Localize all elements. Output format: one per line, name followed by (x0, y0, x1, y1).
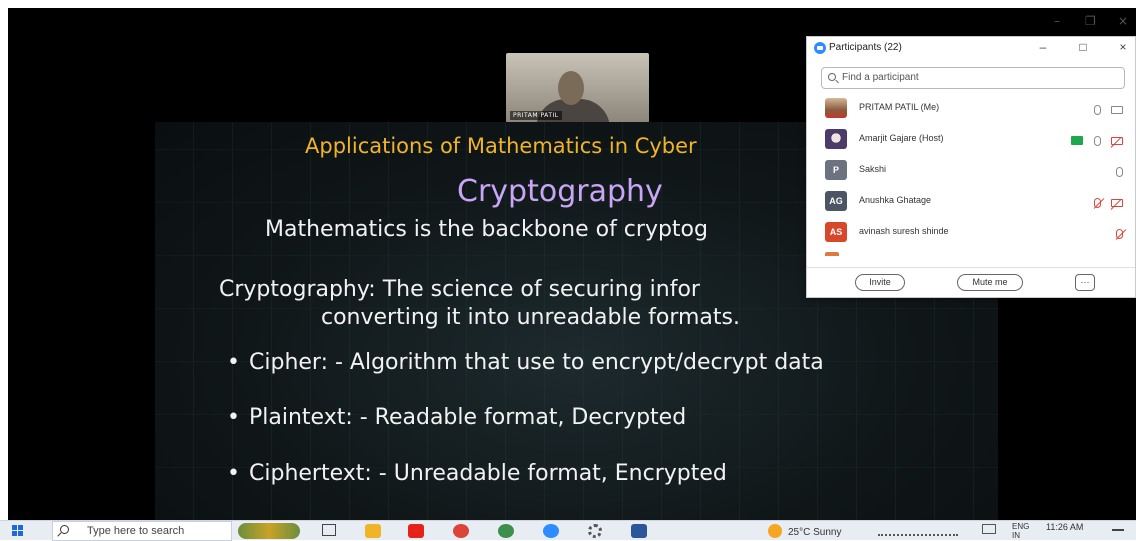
panel-close-button[interactable]: × (1115, 40, 1131, 54)
speaker-name-label: PRITAM PATIL (510, 111, 562, 120)
window-close-button[interactable]: × (1118, 14, 1128, 28)
participant-row[interactable]: AS avinash suresh shinde (807, 217, 1135, 248)
taskbar-search-box[interactable]: Type here to search (52, 521, 232, 541)
window-restore-button[interactable]: ❐ (1085, 14, 1096, 28)
notification-icon[interactable] (1112, 529, 1124, 531)
participant-row[interactable]: P Sakshi (807, 155, 1135, 186)
chrome-icon[interactable] (453, 524, 469, 538)
speaker-head (558, 71, 584, 105)
task-view-icon[interactable] (322, 524, 336, 536)
avatar (825, 129, 847, 149)
zoom-icon (814, 42, 826, 54)
settings-gear-icon[interactable] (588, 524, 602, 538)
window-minimize-button[interactable]: – (1054, 14, 1060, 28)
panel-restore-button[interactable]: □ (1075, 40, 1091, 54)
avatar: P (825, 160, 847, 180)
slide-bullet: • Plaintext: - Readable format, Decrypted (227, 405, 686, 430)
language-code: ENG (1012, 522, 1030, 531)
bullet-text: Ciphertext: - Unreadable format, Encrypt… (249, 461, 727, 486)
microphone-icon[interactable] (1093, 135, 1101, 146)
participant-name: avinash suresh shinde (859, 226, 949, 236)
search-icon (60, 525, 69, 534)
system-tray-icons[interactable] (878, 524, 958, 536)
avatar: AS (825, 222, 847, 242)
clock-time[interactable]: 11:26 AM (1046, 522, 1083, 536)
bullet-dot: • (227, 405, 240, 430)
mute-me-button[interactable]: Mute me (957, 274, 1023, 291)
participant-name: Anushka Ghatage (859, 195, 932, 205)
participant-name: Amarjit Gajare (Host) (859, 133, 944, 143)
windows-taskbar: Type here to search 25°C Sunny ENG IN 11… (0, 520, 1136, 541)
participants-panel-title: Participants (22) (829, 42, 902, 53)
screen-share-icon (1071, 136, 1084, 146)
bullet-text: Cipher: - Algorithm that use to encrypt/… (249, 350, 824, 375)
participant-row[interactable]: AG Anushka Ghatage (807, 186, 1135, 217)
video-camera-icon[interactable] (1111, 105, 1123, 114)
zoom-app-icon[interactable] (543, 524, 559, 538)
more-options-button[interactable]: ··· (1075, 274, 1095, 291)
bullet-dot: • (227, 461, 240, 486)
panel-minimize-button[interactable]: – (1035, 40, 1051, 54)
participants-panel: Participants (22) – □ × Find a participa… (806, 36, 1136, 298)
chrome-profile-icon[interactable] (498, 524, 514, 538)
video-off-icon[interactable] (1111, 198, 1123, 207)
search-icon (828, 73, 836, 81)
language-indicator[interactable]: ENG IN (1012, 522, 1030, 540)
slide-definition-line-2: converting it into unreadable formats. (321, 305, 740, 330)
participant-search-input[interactable]: Find a participant (821, 67, 1125, 89)
youtube-icon[interactable] (408, 524, 424, 538)
slide-definition-line-1: Cryptography: The science of securing in… (219, 277, 700, 302)
keyboard-icon[interactable] (982, 524, 996, 534)
participant-row[interactable]: Amarjit Gajare (Host) (807, 124, 1135, 155)
bullet-dot: • (227, 350, 240, 375)
participant-name: Sakshi (859, 164, 887, 174)
file-explorer-icon[interactable] (365, 524, 381, 538)
microphone-muted-icon[interactable] (1116, 228, 1123, 239)
slide-bullet: • Cipher: - Algorithm that use to encrypt… (227, 350, 824, 375)
partial-avatar (825, 252, 839, 256)
slide-title: Cryptography (457, 174, 663, 209)
slide-subtitle: Mathematics is the backbone of cryptog (265, 217, 708, 242)
invite-button[interactable]: Invite (855, 274, 905, 291)
word-icon[interactable] (631, 524, 647, 538)
participant-row[interactable]: PRITAM PATIL (Me) (807, 93, 1135, 124)
news-widget-icon[interactable] (238, 523, 300, 539)
weather-label[interactable]: 25°C Sunny (788, 527, 841, 541)
participants-panel-header: Participants (22) – □ × (807, 37, 1135, 59)
video-off-icon[interactable] (1111, 136, 1123, 145)
slide-bullet: • Ciphertext: - Unreadable format, Encryp… (227, 461, 727, 486)
language-region: IN (1012, 531, 1020, 540)
weather-sun-icon (768, 524, 782, 538)
participant-name: PRITAM PATIL (Me) (859, 102, 940, 112)
microphone-icon[interactable] (1116, 166, 1123, 177)
windows-start-icon[interactable] (12, 525, 24, 537)
microphone-icon[interactable] (1093, 104, 1101, 115)
bullet-text: Plaintext: - Readable format, Decrypted (249, 405, 687, 430)
participants-panel-footer: Invite Mute me ··· (807, 267, 1135, 297)
avatar: AG (825, 191, 847, 211)
microphone-muted-icon[interactable] (1093, 197, 1101, 208)
slide-heading: Applications of Mathematics in Cyber (305, 134, 697, 158)
speaker-video-tile[interactable]: PRITAM PATIL (506, 53, 649, 123)
avatar (825, 98, 847, 118)
